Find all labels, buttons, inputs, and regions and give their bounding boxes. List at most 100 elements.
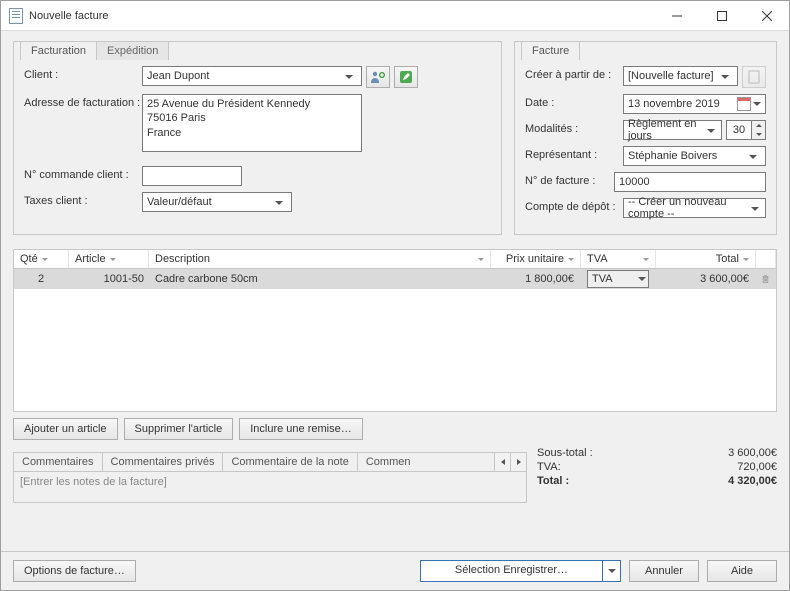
billing-panel: Facturation Expédition Client : Jean Dup… (13, 41, 502, 235)
billing-address-label: Adresse de facturation : (24, 94, 142, 109)
terms-days-input[interactable] (726, 120, 752, 140)
chevron-left-icon (501, 459, 505, 465)
terms-label: Modalités : (525, 120, 623, 135)
deposit-account-label: Compte de dépôt : (525, 198, 623, 213)
rep-dropdown[interactable]: Stéphanie Boivers (623, 146, 766, 166)
deposit-account-dropdown[interactable]: -- Créer un nouveau compte -- (623, 198, 766, 218)
cell-total[interactable]: 3 600,00€ (656, 271, 756, 287)
save-split-button[interactable]: Sélection Enregistrer… (420, 560, 621, 582)
col-qty[interactable]: Qté (14, 250, 69, 268)
chevron-up-icon (756, 124, 762, 127)
chevron-down-icon (756, 133, 762, 136)
chevron-down-icon (638, 277, 646, 281)
add-item-button[interactable]: Ajouter un article (13, 418, 118, 440)
invoice-number-input[interactable] (614, 172, 766, 192)
terms-dropdown[interactable]: Règlement en jours (623, 120, 722, 140)
create-from-dropdown[interactable]: [Nouvelle facture] (623, 66, 738, 86)
tva-label: TVA: (537, 461, 561, 473)
col-tva[interactable]: TVA (581, 250, 656, 268)
minimize-button[interactable] (654, 1, 699, 31)
chevron-down-icon (275, 201, 283, 205)
cell-tva[interactable]: TVA (581, 269, 656, 290)
col-article[interactable]: Article (69, 250, 149, 268)
billing-address-input[interactable] (142, 94, 362, 152)
cell-article[interactable]: 1001-50 (69, 271, 149, 287)
tab-invoice[interactable]: Facture (521, 41, 580, 60)
cancel-button[interactable]: Annuler (629, 560, 699, 582)
chevron-down-icon (345, 75, 353, 79)
invoice-notes-input[interactable]: [Entrer les notes de la facture] (13, 471, 527, 503)
date-label: Date : (525, 94, 623, 109)
date-input[interactable]: 13 novembre 2019 (623, 94, 766, 114)
terms-days-spinner[interactable] (752, 120, 766, 140)
tva-dropdown[interactable]: TVA (587, 270, 649, 288)
chevron-down-icon (707, 129, 715, 133)
window: Nouvelle facture Facturation Expédition … (0, 0, 790, 591)
client-tax-dropdown[interactable]: Valeur/défaut (142, 192, 292, 212)
col-delete (756, 250, 776, 268)
tab-comments[interactable]: Commentaires (14, 453, 103, 471)
help-button[interactable]: Aide (707, 560, 777, 582)
cell-qty[interactable]: 2 (14, 271, 69, 287)
copy-invoice-button (742, 66, 766, 88)
delete-row-button[interactable] (756, 270, 776, 288)
col-description[interactable]: Description (149, 250, 491, 268)
chevron-down-icon (753, 102, 761, 106)
totals-section: Sous-total :3 600,00€ TVA:720,00€ Total … (537, 446, 777, 503)
invoice-number-label: N° de facture : (525, 172, 614, 187)
tva-value: 720,00€ (737, 461, 777, 473)
chevron-down-icon (110, 258, 116, 261)
close-button[interactable] (744, 1, 789, 31)
chevron-down-icon (721, 75, 729, 79)
document-icon (748, 70, 760, 84)
cell-unit-price[interactable]: 1 800,00€ (491, 271, 581, 287)
table-row[interactable]: 2 1001-50 Cadre carbone 50cm 1 800,00€ T… (14, 269, 776, 289)
deposit-account-value: -- Créer un nouveau compte -- (628, 196, 748, 220)
chevron-down-icon (743, 258, 749, 261)
total-label: Total : (537, 475, 569, 487)
chevron-down-icon (751, 207, 759, 211)
document-icon (9, 8, 23, 24)
tab-comment-more[interactable]: Commen (358, 453, 419, 471)
create-from-label: Créer à partir de : (525, 66, 623, 81)
client-order-no-label: N° commande client : (24, 166, 142, 181)
chevron-down-icon (749, 155, 757, 159)
delete-item-button[interactable]: Supprimer l'article (124, 418, 234, 440)
maximize-button[interactable] (699, 1, 744, 31)
bottom-bar: Options de facture… Sélection Enregistre… (1, 551, 789, 590)
spin-up-button[interactable] (752, 121, 765, 130)
rep-value: Stéphanie Boivers (628, 150, 717, 162)
tab-shipping[interactable]: Expédition (97, 41, 169, 60)
save-dropdown-button[interactable] (602, 561, 620, 581)
client-tax-value: Valeur/défaut (147, 196, 212, 208)
cell-description[interactable]: Cadre carbone 50cm (149, 271, 491, 287)
calendar-icon (737, 97, 751, 111)
invoice-options-button[interactable]: Options de facture… (13, 560, 136, 582)
client-order-no-input[interactable] (142, 166, 242, 186)
client-label: Client : (24, 66, 142, 81)
title-bar: Nouvelle facture (1, 1, 789, 31)
chevron-down-icon (608, 569, 616, 573)
save-button-label[interactable]: Sélection Enregistrer… (421, 561, 602, 581)
pencil-icon (399, 70, 413, 84)
tab-private-comments[interactable]: Commentaires privés (103, 453, 224, 471)
line-items-grid: Qté Article Description Prix unitaire TV… (13, 249, 777, 412)
col-unit-price[interactable]: Prix unitaire (491, 250, 581, 268)
tab-scroll-right-button[interactable] (510, 453, 526, 471)
terms-value: Règlement en jours (628, 118, 704, 142)
include-discount-button[interactable]: Inclure une remise… (239, 418, 363, 440)
chevron-down-icon (568, 258, 574, 261)
spin-down-button[interactable] (752, 130, 765, 139)
tab-note-comment[interactable]: Commentaire de la note (223, 453, 357, 471)
chevron-down-icon (478, 258, 484, 261)
col-total[interactable]: Total (656, 250, 756, 268)
person-plus-icon (370, 70, 386, 84)
chevron-right-icon (517, 459, 521, 465)
tab-billing[interactable]: Facturation (20, 41, 97, 60)
add-client-button[interactable] (366, 66, 390, 88)
edit-client-button[interactable] (394, 66, 418, 88)
client-dropdown[interactable]: Jean Dupont (142, 66, 362, 86)
chevron-down-icon (42, 258, 48, 261)
tab-scroll-left-button[interactable] (494, 453, 510, 471)
trash-icon (762, 272, 769, 286)
